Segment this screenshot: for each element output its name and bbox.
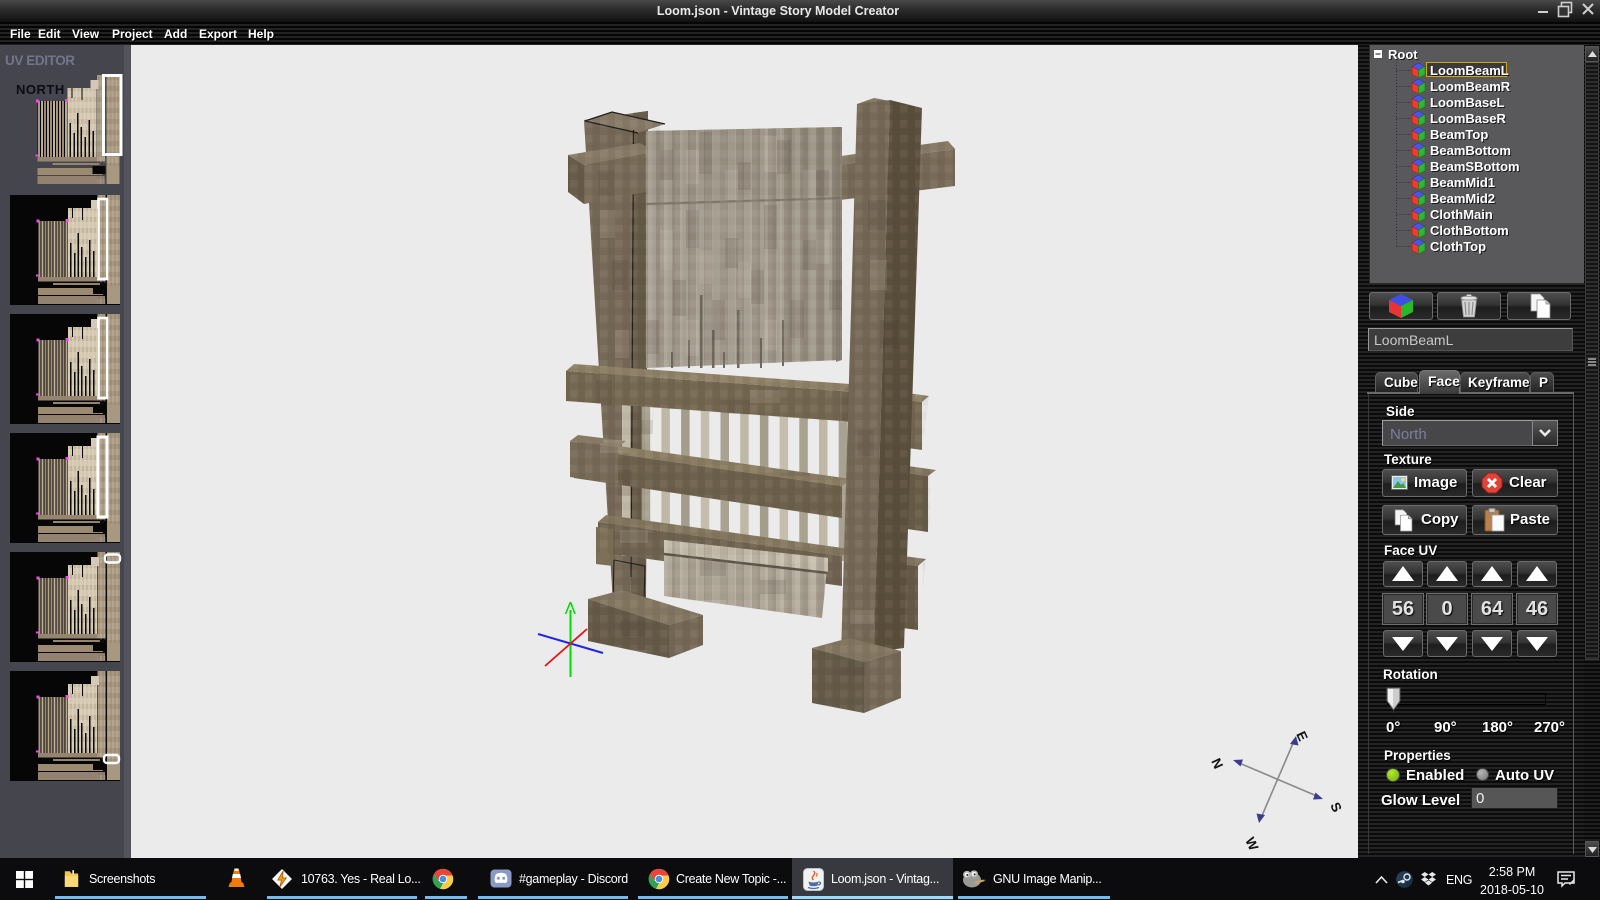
svg-text:W: W <box>1242 835 1261 853</box>
svg-text:S: S <box>1327 800 1344 815</box>
svg-text:N: N <box>1208 756 1226 771</box>
